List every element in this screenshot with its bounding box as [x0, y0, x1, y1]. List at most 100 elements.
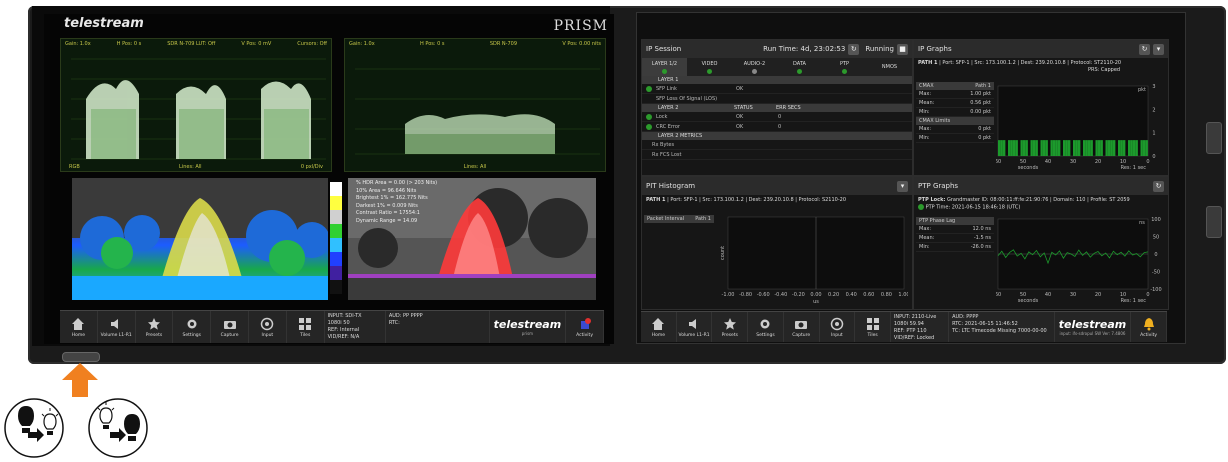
stop-button[interactable]: ■ [897, 43, 908, 55]
tiles-button[interactable]: Tiles [287, 311, 325, 343]
x-tick-label: 1.00 [898, 292, 908, 298]
x-tick-label: 30 [1070, 292, 1076, 298]
audio-status: AUD: PPPP RTC: 2021-06-15 11:46:52 TC: LTC… [949, 312, 1055, 342]
cmax-bar [1043, 140, 1046, 156]
volume-button[interactable]: Volume L1-R1 [677, 312, 713, 342]
hdr-stats: % HDR Area = 0.00 (> 203 Nits) 10% Area … [356, 180, 438, 224]
settings-button[interactable]: Settings [748, 312, 784, 342]
gear-icon [760, 319, 770, 328]
bell-icon [1143, 317, 1154, 330]
packet-interval-box: Packet Interval Path 1 [644, 215, 714, 223]
cmax-bar [1135, 140, 1138, 156]
waveform-tile-rgb[interactable]: Gain: 1.0x H Pos: 0 s SDR N-709 LUT: Off V… [60, 38, 332, 172]
metrics-header: LAYER 2 METRICS [642, 132, 912, 140]
y-tick-label: 2 [1152, 107, 1155, 113]
waveform-tile-luma[interactable]: Gain: 1.0x H Pos: 0 s SDR N-709 V Pos: 0.0… [344, 38, 606, 172]
cmax-bar [1105, 140, 1108, 156]
cmax-box: CMAX Path 1 Max: 1.00 pkt Mean: 0.56 pkt Mi… [916, 82, 994, 143]
y-tick-label: 3 [1152, 84, 1155, 90]
x-tick-label: 0.00 [810, 292, 821, 298]
ip-graphs-info: PATH 1 | Port: SFP-1 | Src: 173.100.1.2 … [918, 60, 1122, 73]
tab-ptp[interactable]: PTP [822, 58, 867, 76]
table-row: Rx Bytes [642, 140, 912, 150]
cmax-bar [1023, 140, 1026, 156]
home-button[interactable]: Home [60, 311, 98, 343]
reset-button[interactable]: ↻ [1139, 43, 1150, 55]
y-unit-label: pkt [1138, 87, 1146, 93]
cmax-bar [1053, 140, 1056, 156]
cmax-bar [1055, 140, 1058, 156]
reset-button[interactable]: ↻ [848, 43, 860, 55]
luma-waveform-trace [355, 68, 600, 155]
cmax-bar [1010, 140, 1013, 156]
cmax-bar [1008, 140, 1011, 156]
cmax-bar [1100, 140, 1103, 156]
cmax-bar [1045, 140, 1048, 156]
presets-button[interactable]: Presets [136, 311, 174, 343]
x-tick-label: -0.60 [757, 292, 770, 298]
x-tick-label: 0 [1146, 159, 1149, 165]
cmax-bar [1015, 140, 1018, 156]
capture-button[interactable]: Capture [211, 311, 249, 343]
input-status: INPUT: SDI-TX 1080i 50 REF: Internal VID/R… [325, 311, 386, 343]
x-tick-label: 0.60 [863, 292, 874, 298]
brightness-up-icon [4, 398, 64, 458]
resolution-label: Res: 1 sec [1121, 165, 1147, 171]
tab-data[interactable]: DATA [777, 58, 822, 76]
cmax-bar [1065, 140, 1068, 156]
x-tick-label: -1.00 [722, 292, 735, 298]
telestream-logo: telestream [64, 16, 144, 31]
y-tick-label: 50 [1153, 235, 1159, 241]
tab-video[interactable]: VIDEO [687, 58, 732, 76]
prism-brand: PRISM [553, 18, 608, 34]
settings-button[interactable]: Settings [173, 311, 212, 343]
volume-button[interactable]: Volume L1-R1 [98, 311, 136, 343]
camera-icon [223, 320, 236, 329]
view-button[interactable]: ▾ [897, 180, 908, 192]
x-tick-label: -0.40 [774, 292, 787, 298]
backlight-button[interactable] [62, 352, 100, 362]
tab-layer-1-2[interactable]: LAYER 1/2 [642, 58, 687, 76]
y-tick-label: -50 [1152, 270, 1160, 276]
table-row: Lock OK 0 [642, 112, 912, 122]
cmax-bar [1108, 140, 1111, 156]
ip-graphs-panel: IP Graphs ↻ ▾ PATH 1 | Port: SFP-1 | Src:… [913, 39, 1169, 176]
cmax-bar [1123, 140, 1126, 156]
tiles-button[interactable]: Tiles [855, 312, 891, 342]
input-button[interactable]: Input [249, 311, 287, 343]
ptp-header: PTP Graphs ↻ [914, 177, 1168, 195]
cmax-bar [1078, 140, 1081, 156]
x-tick-label: 0.20 [828, 292, 839, 298]
waveform-footer: Lines: All [463, 163, 487, 170]
y-tick-label: 0 [1154, 252, 1157, 258]
false-color-scale [330, 182, 342, 294]
left-toolbar: Home Volume L1-R1 Presets Settings Captu… [60, 310, 604, 343]
table-row: SFP Loss Of Signal (LOS) [642, 94, 912, 104]
view-button[interactable]: ▾ [1153, 43, 1164, 55]
cmax-bar [1085, 140, 1088, 156]
reset-button[interactable]: ↻ [1153, 180, 1164, 192]
tab-nmos[interactable]: NMOS [867, 58, 912, 76]
tab-audio-2[interactable]: AUDIO-2 [732, 58, 777, 76]
x-tick-label: 40 [1045, 292, 1051, 298]
cmax-bar [1098, 140, 1101, 156]
input-button[interactable]: Input [820, 312, 856, 342]
volume-icon [111, 318, 119, 329]
activity-button[interactable]: Activity [565, 311, 604, 343]
presets-button[interactable]: Presets [712, 312, 749, 342]
home-button[interactable]: Home [641, 312, 677, 342]
cmax-graph: 60 50 40 30 20 10 0seconds Res: 1 sec3210pkt [996, 84, 1156, 171]
false-color-picture[interactable] [72, 178, 328, 300]
cmax-bar [1025, 140, 1028, 156]
ip-graphs-header: IP Graphs ↻ ▾ [914, 40, 1168, 58]
cmax-bar [1090, 140, 1093, 156]
table-row: CRC Error OK 0 [642, 122, 912, 132]
cmax-bar [1133, 140, 1136, 156]
cmax-bar [1140, 140, 1143, 156]
capture-button[interactable]: Capture [784, 312, 820, 342]
activity-button[interactable]: Activity [1130, 312, 1167, 342]
input-status: INPUT: 2110-Live 1080i 59.94 REF: PTP 110… [891, 312, 950, 342]
cmax-bar [1143, 140, 1146, 156]
x-axis-label: seconds [1018, 298, 1039, 304]
hdr-picture[interactable]: % HDR Area = 0.00 (> 203 Nits) 10% Area … [348, 178, 596, 300]
